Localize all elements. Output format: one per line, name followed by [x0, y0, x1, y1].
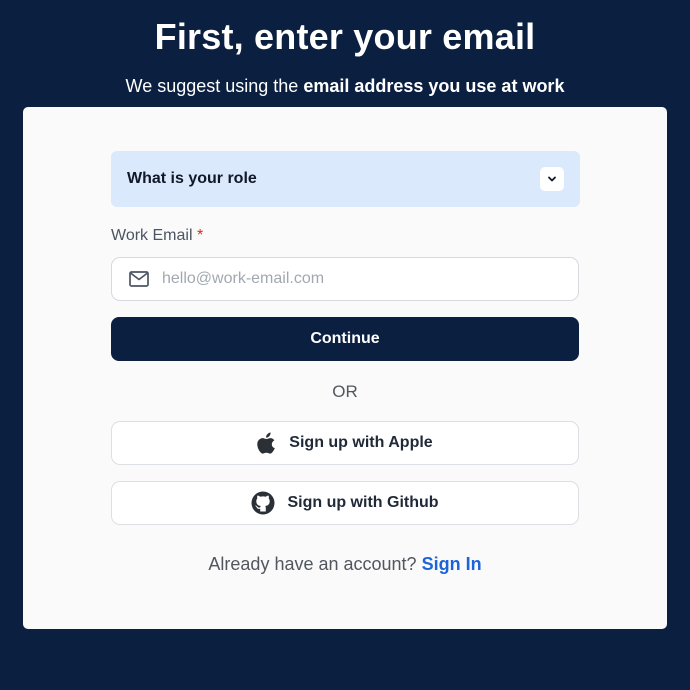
- required-marker: *: [196, 227, 204, 244]
- page-subtitle: We suggest using the email address you u…: [0, 74, 690, 98]
- sign-in-link[interactable]: Sign In: [422, 554, 482, 574]
- sign-up-github-label: Sign up with Github: [287, 494, 439, 511]
- apple-icon: [257, 432, 277, 454]
- sign-in-prompt: Already have an account? Sign In: [23, 552, 667, 576]
- or-divider: OR: [332, 382, 358, 401]
- continue-button[interactable]: Continue: [111, 317, 579, 361]
- sign-in-prompt-text: Already have an account?: [208, 554, 417, 574]
- email-label-text: Work Email: [111, 227, 193, 244]
- email-field[interactable]: [111, 257, 579, 301]
- chevron-down-icon[interactable]: [540, 167, 564, 191]
- page-title: First, enter your email: [154, 16, 536, 57]
- subtitle-prefix: We suggest using the: [125, 76, 299, 96]
- subtitle-emphasis: email address you use at work: [303, 76, 565, 96]
- sign-up-github-button[interactable]: Sign up with Github: [111, 481, 579, 525]
- email-field-label: Work Email *: [111, 226, 203, 246]
- github-icon: [251, 491, 275, 515]
- signup-card: What is your role Work Email * Continue …: [23, 107, 667, 629]
- email-input[interactable]: [162, 270, 542, 288]
- role-select-label: What is your role: [127, 170, 257, 187]
- sign-up-apple-button[interactable]: Sign up with Apple: [111, 421, 579, 465]
- mail-icon: [128, 268, 150, 290]
- role-select[interactable]: What is your role: [111, 151, 580, 207]
- sign-up-apple-label: Sign up with Apple: [289, 434, 433, 451]
